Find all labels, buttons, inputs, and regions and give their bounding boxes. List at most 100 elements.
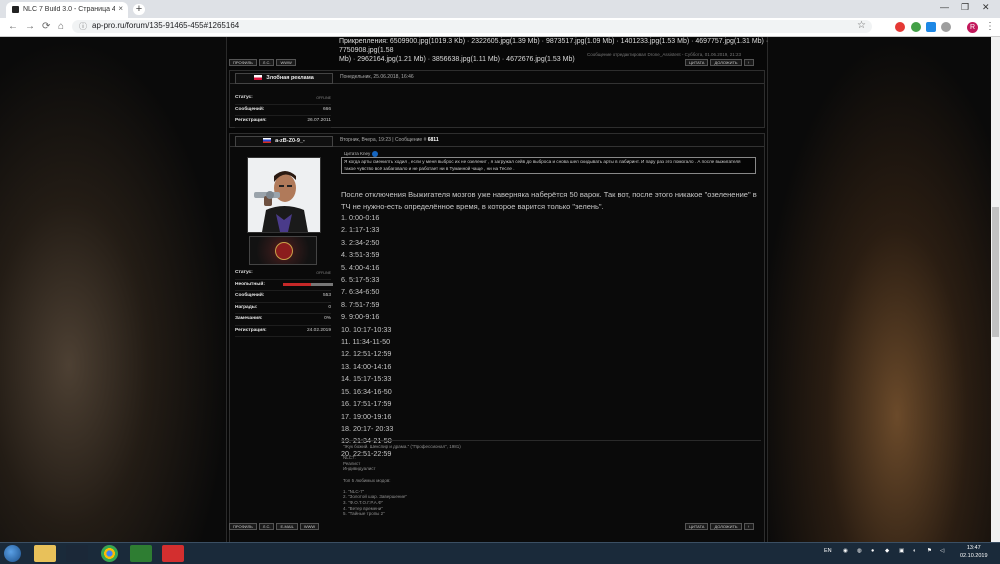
extension-gray-icon[interactable]: [941, 22, 951, 32]
flag-icon: [263, 138, 272, 144]
experience-fill: [283, 282, 311, 286]
new-tab-button[interactable]: +: [133, 4, 145, 15]
info-row: Сообщений: 553: [235, 291, 331, 303]
time-list-item: 14. 15:17-15:33: [341, 374, 392, 384]
edited-note: Сообщение отредактировал Drone_Assistent…: [587, 52, 741, 57]
pm-button[interactable]: Л.С.: [258, 523, 275, 530]
author-name[interactable]: a-zB-Z0-9_-: [235, 136, 333, 147]
flag-tray-icon[interactable]: ⚑: [927, 548, 932, 554]
maximize-button[interactable]: ❐: [961, 2, 969, 13]
pm-button[interactable]: Л.С.: [258, 59, 275, 66]
emblem-shield-icon: [275, 242, 293, 260]
tray-icon[interactable]: ◍: [857, 548, 862, 554]
up-button[interactable]: ↑: [743, 59, 754, 66]
site-favicon-icon: [12, 6, 19, 13]
clock-date: 02.10.2019: [960, 552, 988, 559]
home-icon[interactable]: ⌂: [58, 21, 64, 32]
file-explorer-icon[interactable]: [34, 545, 56, 562]
volume-icon[interactable]: ◁: [940, 548, 944, 554]
browser-menu-icon[interactable]: ⋮: [985, 21, 995, 32]
group-emblem: [249, 236, 317, 265]
signature-line: 5. "Тайные тропы 2": [343, 511, 385, 517]
info-value: 0: [328, 304, 331, 310]
time-list-item: 18. 20:17- 20:33: [341, 423, 394, 433]
report-button[interactable]: ДОЛОЖИТЬ: [710, 59, 742, 66]
minimize-button[interactable]: —: [940, 2, 949, 12]
tray-icon[interactable]: ●: [871, 548, 874, 554]
info-key: Статус:: [235, 95, 253, 100]
tab-close-icon[interactable]: ×: [118, 4, 123, 13]
close-window-button[interactable]: ✕: [982, 2, 990, 13]
www-button[interactable]: WWW: [276, 59, 296, 66]
reload-icon[interactable]: ⟳: [42, 21, 50, 32]
taskbar-clock[interactable]: 13:47 02.10.2019: [960, 545, 988, 560]
page-scrollbar[interactable]: [991, 37, 1000, 542]
post-body: После отключения Выжигателя мозгов уже н…: [341, 190, 757, 211]
ad-author-info: Статус: OFFLINE Сообщений: 666 Регистрация…: [235, 93, 331, 128]
author-info: Статус: OFFLINE Неопытный: Сообщений: 553 …: [235, 268, 333, 337]
info-key: Регистрация:: [235, 118, 267, 123]
signature-divider: [341, 440, 761, 441]
ad-post-header: Злобная реклама Понедельник, 25.06.2018,…: [230, 71, 764, 84]
time-list-item: 8. 7:51-7:59: [341, 299, 380, 309]
post-number[interactable]: 6811: [428, 137, 439, 143]
utorrent-icon[interactable]: [130, 545, 152, 562]
time-list-item: 5. 4:00-4:16: [341, 262, 380, 272]
report-button[interactable]: ДОЛОЖИТЬ: [710, 523, 742, 530]
tray-icon[interactable]: ◆: [885, 548, 889, 554]
info-row: Награды: 0: [235, 303, 331, 314]
time-list-item: 15. 16:34-16-50: [341, 386, 392, 396]
info-key: Статус:: [235, 270, 253, 275]
email-button[interactable]: E-MAIL: [276, 523, 298, 530]
forward-icon[interactable]: →: [25, 21, 35, 32]
time-list: 1. 0:00-0:16 2. 1:17-1:33 3. 2:34-2:50 4. 3…: [341, 212, 393, 460]
tab-strip: NLC 7 Build 3.0 - Страница 455 × + — ❐ ✕: [0, 0, 1000, 18]
time-list-item: 7. 6:34-6:50: [341, 287, 380, 297]
info-row: Замечания: 0%: [235, 314, 331, 326]
signature-line: "Жук божий. Шекспир и драма." ("Професси…: [343, 444, 461, 449]
profile-button[interactable]: ПРОФИЛЬ: [229, 523, 257, 530]
time-list-item: 11. 11:34-11-50: [341, 337, 391, 347]
post-header: a-zB-Z0-9_- Вторник, Вчера, 19:23 | Сооб…: [230, 134, 764, 147]
profile-avatar[interactable]: R: [967, 22, 978, 33]
quote-button[interactable]: ЦИТАТА: [685, 523, 709, 530]
time-list-item: 17. 19:00-19:16: [341, 411, 392, 421]
discord-tray-icon[interactable]: ◉: [843, 548, 848, 554]
extension-green-icon[interactable]: [911, 22, 921, 32]
extension-adblock-icon[interactable]: [895, 22, 905, 32]
browser-tab[interactable]: NLC 7 Build 3.0 - Страница 455 ×: [6, 2, 128, 18]
post-buttons-left: ПРОФИЛЬ Л.С. E-MAIL WWW: [229, 523, 321, 530]
tray-icon[interactable]: ◐: [913, 548, 916, 554]
up-button[interactable]: ↑: [743, 523, 754, 530]
scrollbar-thumb[interactable]: [992, 207, 999, 337]
quote-button[interactable]: ЦИТАТА: [685, 59, 709, 66]
info-value: 26.07.2011: [307, 118, 331, 123]
info-value: 0%: [324, 316, 331, 321]
info-icon[interactable]: ⓘ: [79, 21, 87, 32]
time-list-item: 9. 9:00-9:16: [341, 312, 380, 322]
signature: "Жук божий. Шекспир и драма." ("Професси…: [343, 444, 461, 517]
profile-button[interactable]: ПРОФИЛЬ: [229, 59, 257, 66]
info-key: Награды:: [235, 304, 258, 310]
info-value: 24.02.2019: [306, 327, 331, 333]
extension-play-icon[interactable]: [926, 22, 936, 32]
tray-icon[interactable]: ▣: [899, 548, 904, 554]
steam-icon[interactable]: [66, 545, 88, 562]
language-indicator[interactable]: EN: [824, 548, 832, 554]
www-button[interactable]: WWW: [299, 523, 320, 530]
user-avatar: [247, 157, 321, 233]
ad-post: Злобная реклама Понедельник, 25.06.2018,…: [229, 70, 765, 128]
chrome-icon[interactable]: [101, 545, 118, 562]
ad-author-name[interactable]: Злобная реклама: [235, 73, 333, 84]
ad-author-label: Злобная реклама: [266, 75, 314, 81]
back-icon[interactable]: ←: [8, 21, 18, 32]
start-button[interactable]: [4, 545, 21, 562]
post-buttons-right: ЦИТАТА ДОЛОЖИТЬ ↑: [685, 523, 756, 530]
bookmark-star-icon[interactable]: ☆: [857, 20, 866, 31]
post-date-text: Вторник, Вчера, 19:23 | Сообщение #: [340, 137, 428, 143]
yandex-icon[interactable]: [162, 545, 184, 562]
address-bar[interactable]: ⓘ ap-pro.ru/forum/135-91465-455#1265164 …: [72, 20, 872, 33]
rank-label: Неопытный:: [235, 281, 265, 287]
url-text: ap-pro.ru/forum/135-91465-455#1265164: [92, 21, 240, 30]
post-date: Вторник, Вчера, 19:23 | Сообщение # 6811: [340, 137, 439, 143]
